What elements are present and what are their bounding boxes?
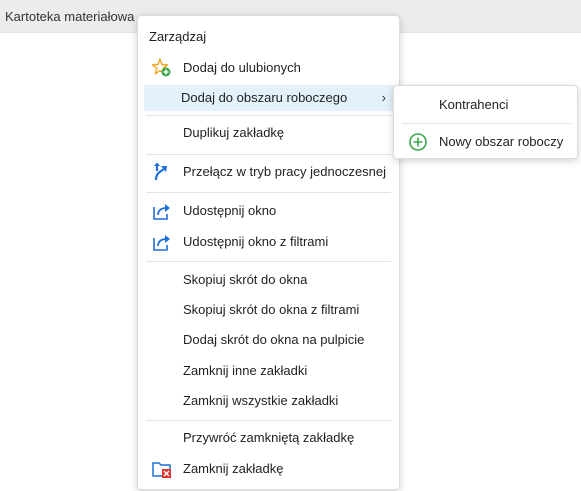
- menu-item-label: Zamknij zakładkę: [183, 461, 284, 476]
- share-icon: [153, 235, 170, 251]
- folder-close-icon: [152, 462, 171, 478]
- submenu-item-new-workspace[interactable]: Nowy obszar roboczy: [394, 129, 577, 155]
- menu-item-label: Udostępnij okno z filtrami: [183, 234, 329, 249]
- star-add-icon: [152, 58, 171, 77]
- menu-item-add-to-workspace[interactable]: Dodaj do obszaru roboczego ›: [144, 85, 394, 111]
- menu-item-label: Dodaj skrót do okna na pulpicie: [183, 332, 365, 347]
- chevron-right-icon: ›: [381, 90, 386, 105]
- menu-divider: [146, 192, 391, 193]
- menu-item-duplicate-tab[interactable]: Duplikuj zakładkę: [138, 120, 399, 146]
- tab-title[interactable]: Kartoteka materiałowa: [5, 9, 134, 24]
- menu-item-add-to-favorites[interactable]: Dodaj do ulubionych: [138, 55, 399, 81]
- menu-item-label: Zamknij wszystkie zakładki: [183, 393, 339, 408]
- submenu-item-kontrahenci[interactable]: Kontrahenci: [394, 92, 577, 118]
- context-menu: Zarządzaj Dodaj do ulubionych Dodaj do o…: [137, 15, 400, 490]
- menu-item-label: Dodaj do ulubionych: [183, 60, 301, 75]
- menu-item-switch-concurrent-mode[interactable]: Przełącz w tryb pracy jednoczesnej: [138, 159, 399, 185]
- submenu-item-label: Nowy obszar roboczy: [439, 134, 564, 149]
- menu-item-close-tab[interactable]: Zamknij zakładkę: [138, 456, 399, 482]
- menu-item-add-desktop-shortcut[interactable]: Dodaj skrót do okna na pulpicie: [138, 327, 399, 353]
- workspace-submenu: Kontrahenci Nowy obszar roboczy: [393, 85, 578, 159]
- menu-item-label: Skopiuj skrót do okna z filtrami: [183, 302, 360, 317]
- menu-item-label: Dodaj do obszaru roboczego: [181, 90, 348, 105]
- menu-item-share-window-with-filters[interactable]: Udostępnij okno z filtrami: [138, 229, 399, 255]
- plus-circle-icon: [409, 133, 427, 151]
- menu-divider: [146, 420, 391, 421]
- menu-item-copy-window-shortcut-with-filters[interactable]: Skopiuj skrót do okna z filtrami: [138, 297, 399, 323]
- menu-item-close-other-tabs[interactable]: Zamknij inne zakładki: [138, 358, 399, 384]
- menu-divider: [146, 115, 391, 116]
- menu-item-restore-closed-tab[interactable]: Przywróć zamkniętą zakładkę: [138, 425, 399, 451]
- menu-item-close-all-tabs[interactable]: Zamknij wszystkie zakładki: [138, 388, 399, 414]
- menu-item-label: Przełącz w tryb pracy jednoczesnej: [183, 164, 387, 179]
- menu-item-share-window[interactable]: Udostępnij okno: [138, 198, 399, 224]
- menu-item-label: Zamknij inne zakładki: [183, 363, 308, 378]
- menu-item-label: Przywróć zamkniętą zakładkę: [183, 430, 355, 445]
- menu-header: Zarządzaj: [149, 29, 207, 44]
- menu-divider: [146, 154, 391, 155]
- menu-item-copy-window-shortcut[interactable]: Skopiuj skrót do okna: [138, 267, 399, 293]
- split-arrows-icon: [154, 162, 167, 181]
- submenu-divider: [402, 123, 571, 124]
- menu-item-label: Duplikuj zakładkę: [183, 125, 285, 140]
- submenu-item-label: Kontrahenci: [439, 97, 509, 112]
- share-icon: [153, 204, 170, 220]
- menu-item-label: Skopiuj skrót do okna: [183, 272, 308, 287]
- menu-item-label: Udostępnij okno: [183, 203, 277, 218]
- menu-divider: [146, 261, 391, 262]
